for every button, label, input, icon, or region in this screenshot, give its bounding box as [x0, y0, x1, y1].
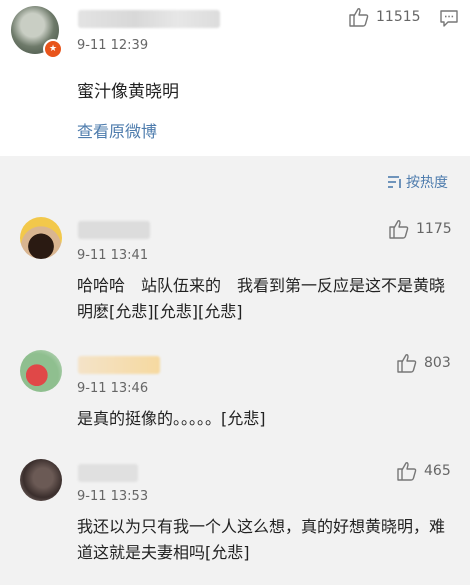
- sort-label: 按热度: [406, 175, 448, 191]
- comment-time: 9-11 13:46: [77, 381, 149, 396]
- thumbs-up-icon: [349, 8, 369, 27]
- comment-like-button[interactable]: 803: [396, 353, 451, 373]
- verified-badge-icon: ★: [43, 39, 63, 59]
- comment-time: 9-11 13:53: [77, 489, 149, 504]
- post-like-count: 11515: [376, 9, 421, 25]
- comment-like-count: 465: [424, 463, 451, 479]
- username-blurred[interactable]: [78, 221, 150, 239]
- comment-like-button[interactable]: 1175: [388, 219, 452, 239]
- comment-text: 我还以为只有我一个人这么想，真的好想黄晓明，难道这就是夫妻相吗[允悲]: [77, 517, 446, 562]
- sort-icon: [388, 176, 401, 188]
- avatar[interactable]: [20, 350, 62, 392]
- comment-like-button[interactable]: 465: [396, 461, 451, 481]
- comment-time: 9-11 13:41: [77, 248, 149, 263]
- comment-icon[interactable]: [439, 8, 459, 28]
- thumbs-up-icon: [389, 220, 409, 239]
- username-blurred[interactable]: [78, 464, 138, 482]
- comment-item: 9-11 13:41 1175 哈哈哈 站队伍来的 我看到第一反应是这不是黄晓明…: [0, 205, 470, 333]
- post-card: ★ 9-11 12:39 11515 蜜汁像黄晓明 查看原微博: [0, 0, 470, 156]
- post-time: 9-11 12:39: [77, 38, 149, 53]
- post-text: 蜜汁像黄晓明: [77, 82, 179, 102]
- comment-item: 9-11 13:53 465 我还以为只有我一个人这么想，真的好想黄晓明，难道这…: [0, 450, 470, 585]
- comment-text: 是真的挺像的。。。。。[允悲]: [77, 409, 266, 428]
- post-like-button[interactable]: 11515: [348, 7, 421, 27]
- avatar[interactable]: [20, 217, 62, 259]
- view-original-link[interactable]: 查看原微博: [77, 118, 157, 142]
- sort-by-hot-button[interactable]: 按热度: [387, 172, 448, 192]
- comment-like-count: 1175: [416, 221, 452, 237]
- comment-item: 9-11 13:46 803 是真的挺像的。。。。。[允悲]: [0, 342, 470, 442]
- comment-text: 哈哈哈 站队伍来的 我看到第一反应是这不是黄晓明麽[允悲][允悲][允悲]: [77, 276, 446, 321]
- username-blurred[interactable]: [78, 10, 220, 28]
- username-blurred[interactable]: [78, 356, 160, 374]
- thumbs-up-icon: [397, 462, 417, 481]
- comment-like-count: 803: [424, 355, 451, 371]
- thumbs-up-icon: [397, 354, 417, 373]
- avatar[interactable]: [20, 459, 62, 501]
